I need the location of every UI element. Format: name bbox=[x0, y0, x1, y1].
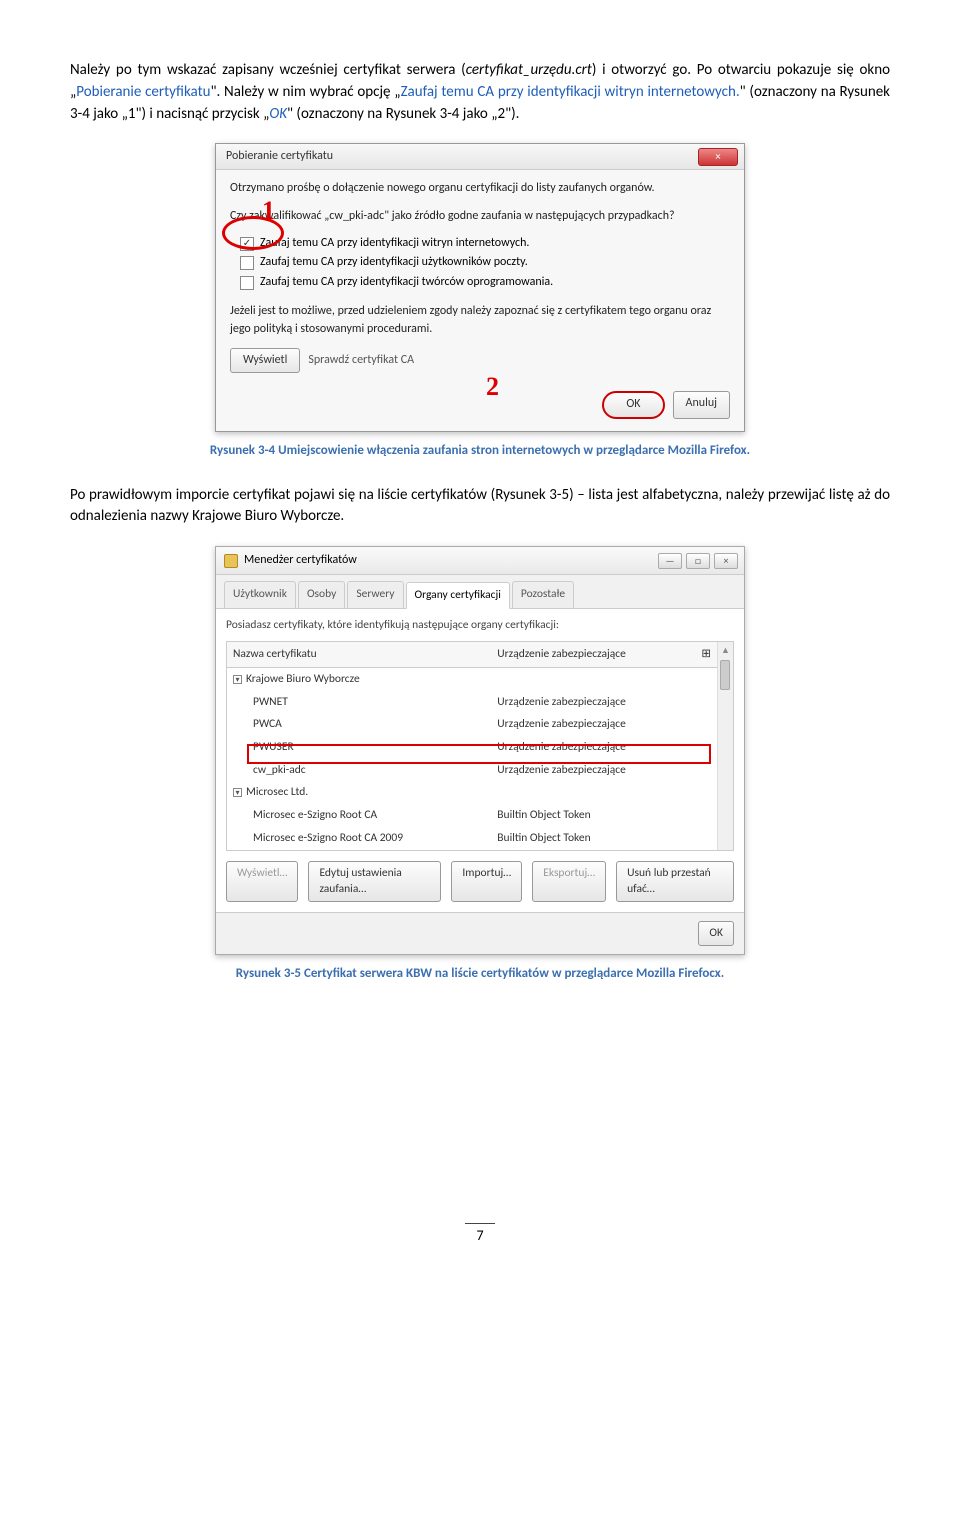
tab-authorities[interactable]: Organy certyfikacji bbox=[406, 582, 510, 609]
export-button[interactable]: Eksportuj… bbox=[532, 861, 606, 902]
tab-servers[interactable]: Serwery bbox=[347, 581, 403, 608]
collapse-icon[interactable]: ▾ bbox=[233, 675, 242, 684]
ok-button[interactable]: OK bbox=[698, 921, 734, 946]
t: Pobieranie certyfikatu bbox=[76, 83, 210, 101]
cell: Microsec e-Szigno Root CA 2009 bbox=[227, 827, 491, 850]
table-row[interactable]: cw_pki-adc Urządzenie zabezpieczające bbox=[227, 759, 717, 782]
close-icon[interactable]: × bbox=[714, 553, 738, 569]
delete-button[interactable]: Usuń lub przestań ufać… bbox=[616, 861, 734, 902]
dialog-note: Jeżeli jest to możliwe, przed udzielenie… bbox=[230, 303, 730, 338]
checkbox-icon[interactable]: ✓ bbox=[240, 237, 254, 251]
tab-people[interactable]: Osoby bbox=[298, 581, 345, 608]
cell: cw_pki-adc bbox=[227, 759, 491, 782]
cell: Urządzenie zabezpieczające bbox=[491, 713, 695, 736]
maximize-icon[interactable]: □ bbox=[686, 553, 710, 569]
checkbox-label: Zaufaj temu CA przy identyfikacji użytko… bbox=[260, 254, 528, 271]
cell: PWUSER bbox=[227, 736, 491, 759]
cell: Microsec e-Szigno Root CA bbox=[227, 804, 491, 827]
col-device[interactable]: Urządzenie zabezpieczające bbox=[491, 642, 695, 667]
table-row[interactable]: PWCAUrządzenie zabezpieczające bbox=[227, 713, 717, 736]
cell: Builtin Object Token bbox=[491, 827, 695, 850]
intro-paragraph-1: Należy po tym wskazać zapisany wcześniej… bbox=[70, 60, 890, 125]
t: certyfikat_urzędu.crt bbox=[466, 61, 592, 79]
group-label: Microsec Ltd. bbox=[246, 785, 308, 799]
dialog-text: Otrzymano prośbę o dołączenie nowego org… bbox=[230, 180, 730, 197]
view-button[interactable]: Wyświetl… bbox=[226, 861, 298, 902]
group-label: Krajowe Biuro Wyborcze bbox=[246, 672, 360, 686]
dialog-titlebar: Menedżer certyfikatów — □ × bbox=[216, 547, 744, 575]
figure-caption-3-4: Rysunek 3-4 Umiejscowienie włączenia zau… bbox=[70, 442, 890, 461]
table-row[interactable]: ▾ Microsec Ltd. bbox=[227, 781, 717, 804]
table-row[interactable]: ▾ Krajowe Biuro Wyborcze bbox=[227, 668, 717, 691]
table-row[interactable]: Microsec e-Szigno Root CA 2009Builtin Ob… bbox=[227, 827, 717, 850]
checkbox-icon[interactable] bbox=[240, 256, 254, 270]
trust-websites-checkbox-row[interactable]: ✓ Zaufaj temu CA przy identyfikacji witr… bbox=[240, 235, 730, 252]
dialog-text: Czy zakwalifikować „cw_pki-adc" jako źró… bbox=[230, 208, 730, 225]
panel-description: Posiadasz certyfikaty, które identyfikuj… bbox=[226, 617, 734, 634]
edit-trust-button[interactable]: Edytuj ustawienia zaufania… bbox=[308, 861, 441, 902]
cell: PWNET bbox=[227, 691, 491, 714]
dialog-title: Pobieranie certyfikatu bbox=[226, 148, 333, 165]
dialog-title: Menedżer certyfikatów bbox=[244, 552, 357, 569]
cell: Urządzenie zabezpieczające bbox=[491, 691, 695, 714]
cell: Urządzenie zabezpieczające bbox=[491, 759, 695, 782]
minimize-icon[interactable]: — bbox=[658, 553, 682, 569]
import-button[interactable]: Importuj… bbox=[451, 861, 522, 902]
cell: Builtin Object Token bbox=[491, 804, 695, 827]
collapse-icon[interactable]: ▾ bbox=[233, 788, 242, 797]
cancel-button[interactable]: Anuluj bbox=[673, 391, 730, 418]
figure-caption-3-5: Rysunek 3-5 Certyfikat serwera KBW na li… bbox=[70, 965, 890, 984]
table-row[interactable]: PWUSERUrządzenie zabezpieczające bbox=[227, 736, 717, 759]
view-button[interactable]: Wyświetl bbox=[230, 348, 300, 373]
cell: Urządzenie zabezpieczające bbox=[491, 736, 695, 759]
page-number: 7 bbox=[465, 1223, 495, 1246]
col-expander: ⊞ bbox=[695, 642, 717, 667]
ok-button[interactable]: OK bbox=[602, 391, 664, 418]
scrollbar[interactable] bbox=[717, 642, 733, 849]
trust-software-checkbox-row[interactable]: Zaufaj temu CA przy identyfikacji twórcó… bbox=[240, 274, 730, 291]
cell: PWCA bbox=[227, 713, 491, 736]
download-certificate-dialog: 1 2 Pobieranie certyfikatu × Otrzymano p… bbox=[215, 143, 745, 432]
t: Należy po tym wskazać zapisany wcześniej… bbox=[70, 61, 466, 79]
certificate-icon bbox=[224, 554, 238, 568]
table-row[interactable]: PWNETUrządzenie zabezpieczające bbox=[227, 691, 717, 714]
trust-email-checkbox-row[interactable]: Zaufaj temu CA przy identyfikacji użytko… bbox=[240, 254, 730, 271]
t: OK bbox=[269, 105, 287, 123]
certificate-manager-dialog: Menedżer certyfikatów — □ × Użytkownik O… bbox=[215, 546, 745, 954]
tab-user[interactable]: Użytkownik bbox=[224, 581, 296, 608]
table-row[interactable]: Microsec e-Szigno Root CABuiltin Object … bbox=[227, 804, 717, 827]
tabs: Użytkownik Osoby Serwery Organy certyfik… bbox=[216, 575, 744, 609]
paragraph-2: Po prawidłowym imporcie certyfikat pojaw… bbox=[70, 485, 890, 529]
certificate-list[interactable]: Nazwa certyfikatu Urządzenie zabezpiecza… bbox=[226, 641, 734, 850]
check-ca-label: Sprawdź certyfikat CA bbox=[308, 352, 414, 369]
checkbox-icon[interactable] bbox=[240, 276, 254, 290]
t: Zaufaj temu CA przy identyfikacji witryn… bbox=[401, 83, 740, 101]
col-name[interactable]: Nazwa certyfikatu bbox=[227, 642, 491, 667]
checkbox-label: Zaufaj temu CA przy identyfikacji twórcó… bbox=[260, 274, 553, 291]
close-icon[interactable]: × bbox=[698, 148, 738, 166]
checkbox-label: Zaufaj temu CA przy identyfikacji witryn… bbox=[260, 235, 529, 252]
tab-others[interactable]: Pozostałe bbox=[512, 581, 574, 608]
dialog-titlebar: Pobieranie certyfikatu × bbox=[216, 144, 744, 170]
t: " (oznaczony na Rysunek 3-4 jako „2"). bbox=[287, 105, 519, 123]
t: ". Należy w nim wybrać opcję „ bbox=[210, 83, 400, 101]
